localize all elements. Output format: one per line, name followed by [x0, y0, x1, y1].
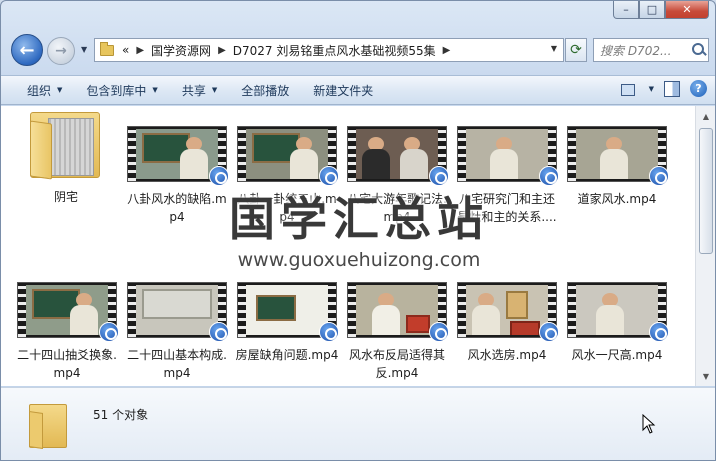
- file-name: 风水选房.mp4: [467, 348, 547, 362]
- scroll-down-icon[interactable]: ▼: [698, 368, 714, 384]
- file-name: 二十四山基本构成.mp4: [127, 348, 227, 380]
- search-icon[interactable]: [690, 41, 708, 59]
- preview-pane-icon[interactable]: [664, 80, 680, 97]
- share-menu[interactable]: 共享 ▼: [170, 75, 229, 105]
- video-file-item[interactable]: 八宅研究门和主还是灶和主的关系....: [454, 126, 560, 226]
- media-player-icon: [319, 322, 339, 342]
- close-button[interactable]: ✕: [665, 1, 709, 19]
- media-player-icon: [319, 166, 339, 186]
- file-name: 阴宅: [53, 190, 78, 204]
- play-all-label: 全部播放: [241, 83, 290, 98]
- view-dropdown-icon[interactable]: ▼: [649, 85, 654, 93]
- video-file-item[interactable]: 二十四山基本构成.mp4: [124, 282, 230, 382]
- media-player-icon: [649, 322, 669, 342]
- refresh-icon: ⟳: [570, 42, 582, 58]
- help-icon[interactable]: ?: [690, 80, 707, 97]
- video-file-item[interactable]: 道家风水.mp4: [564, 126, 670, 208]
- video-file-item[interactable]: 风水选房.mp4: [454, 282, 560, 364]
- details-pane: 51 个对象: [1, 387, 715, 460]
- toolbar-right-group: ▼ ?: [619, 80, 707, 97]
- folder-item[interactable]: 阴宅: [13, 110, 119, 206]
- chevron-right-icon[interactable]: ▶: [136, 45, 144, 56]
- video-thumbnail: [567, 126, 669, 186]
- file-name: 风水一尺高.mp4: [571, 348, 663, 362]
- organize-menu[interactable]: 组织 ▼: [15, 75, 74, 105]
- organize-label: 组织: [27, 83, 52, 98]
- media-player-icon: [99, 322, 119, 342]
- video-file-item[interactable]: 八宅大游年歌记法.mp4: [344, 126, 450, 226]
- recent-pages-dropdown-icon[interactable]: ▼: [81, 45, 87, 54]
- explorer-window: – □ ✕ ← → ▼ « ▶ 国学资源网 ▶ D7027 刘易铭重点风水基础视…: [0, 0, 716, 461]
- video-file-item[interactable]: 风水布反局适得其反.mp4: [344, 282, 450, 382]
- file-name: 二十四山抽爻换象.mp4: [17, 348, 117, 380]
- video-file-item[interactable]: 房屋缺角问题.mp4: [234, 282, 340, 364]
- share-label: 共享: [181, 83, 206, 98]
- breadcrumb-item-parent[interactable]: 国学资源网: [151, 42, 211, 59]
- chevron-down-icon: ▼: [211, 86, 218, 94]
- file-name: 八卦一卦统三山.mp4: [237, 192, 337, 224]
- media-player-icon: [209, 322, 229, 342]
- media-player-icon: [429, 166, 449, 186]
- video-thumbnail: [127, 126, 229, 186]
- play-all-button[interactable]: 全部播放: [229, 75, 301, 105]
- folder-icon: [100, 41, 114, 56]
- video-thumbnail: [347, 282, 449, 342]
- chevron-down-icon: ▼: [57, 86, 63, 94]
- video-thumbnail: [347, 126, 449, 186]
- include-in-library-label: 包含到库中: [86, 83, 147, 98]
- media-player-icon: [649, 166, 669, 186]
- file-list[interactable]: 阴宅 八卦风水的缺陷.mp4 八卦一卦统三山.mp4 八宅大游年歌记法.mp4 …: [1, 106, 695, 386]
- media-player-icon: [209, 166, 229, 186]
- video-file-item[interactable]: 二十四山抽爻换象.mp4: [14, 282, 120, 382]
- video-file-item[interactable]: 风水一尺高.mp4: [564, 282, 670, 364]
- vertical-scrollbar[interactable]: ▲ ▼: [695, 106, 715, 386]
- navigation-bar: ← → ▼ « ▶ 国学资源网 ▶ D7027 刘易铭重点风水基础视频55集 ▶…: [1, 31, 715, 69]
- caption-buttons: – □ ✕: [613, 1, 709, 19]
- chevron-right-icon[interactable]: ▶: [443, 45, 451, 56]
- media-player-icon: [429, 322, 449, 342]
- folder-icon: [29, 402, 69, 449]
- search-placeholder: 搜索 D702...: [600, 43, 672, 58]
- address-dropdown-icon[interactable]: ▼: [551, 44, 557, 53]
- video-thumbnail: [457, 126, 559, 186]
- refresh-button[interactable]: ⟳: [565, 38, 587, 62]
- search-input[interactable]: 搜索 D702...: [593, 38, 709, 62]
- video-thumbnail: [237, 282, 339, 342]
- back-button[interactable]: ←: [11, 34, 43, 66]
- folder-icon: [28, 110, 104, 180]
- chevron-right-icon[interactable]: ▶: [218, 45, 226, 56]
- forward-button[interactable]: →: [47, 37, 75, 65]
- change-view-icon[interactable]: [619, 81, 639, 97]
- scrollbar-thumb[interactable]: [699, 128, 713, 254]
- maximize-button[interactable]: □: [639, 1, 665, 19]
- video-thumbnail: [17, 282, 119, 342]
- breadcrumb-item-current[interactable]: D7027 刘易铭重点风水基础视频55集: [233, 42, 436, 59]
- media-player-icon: [539, 322, 559, 342]
- media-player-icon: [539, 166, 559, 186]
- file-name: 八宅研究门和主还是灶和主的关系....: [457, 192, 557, 224]
- video-file-item[interactable]: 八卦一卦统三山.mp4: [234, 126, 340, 226]
- item-count: 51 个对象: [93, 408, 149, 422]
- minimize-button[interactable]: –: [613, 1, 639, 19]
- video-thumbnail: [127, 282, 229, 342]
- video-thumbnail: [237, 126, 339, 186]
- scroll-up-icon[interactable]: ▲: [698, 108, 714, 124]
- file-name: 道家风水.mp4: [577, 192, 657, 206]
- breadcrumb-overflow[interactable]: «: [122, 43, 129, 57]
- address-bar[interactable]: « ▶ 国学资源网 ▶ D7027 刘易铭重点风水基础视频55集 ▶ ▼: [94, 38, 564, 62]
- file-name: 八卦风水的缺陷.mp4: [127, 192, 227, 224]
- include-in-library-menu[interactable]: 包含到库中 ▼: [74, 75, 169, 105]
- video-file-item[interactable]: 八卦风水的缺陷.mp4: [124, 126, 230, 226]
- video-thumbnail: [567, 282, 669, 342]
- chevron-down-icon: ▼: [152, 86, 158, 94]
- video-thumbnail: [457, 282, 559, 342]
- file-name: 房屋缺角问题.mp4: [235, 348, 339, 362]
- file-name: 八宅大游年歌记法.mp4: [347, 192, 447, 224]
- new-folder-button[interactable]: 新建文件夹: [301, 75, 385, 105]
- new-folder-label: 新建文件夹: [313, 83, 374, 98]
- file-name: 风水布反局适得其反.mp4: [348, 348, 445, 380]
- command-bar: 组织 ▼ 包含到库中 ▼ 共享 ▼ 全部播放 新建文件夹 ▼ ?: [1, 75, 715, 105]
